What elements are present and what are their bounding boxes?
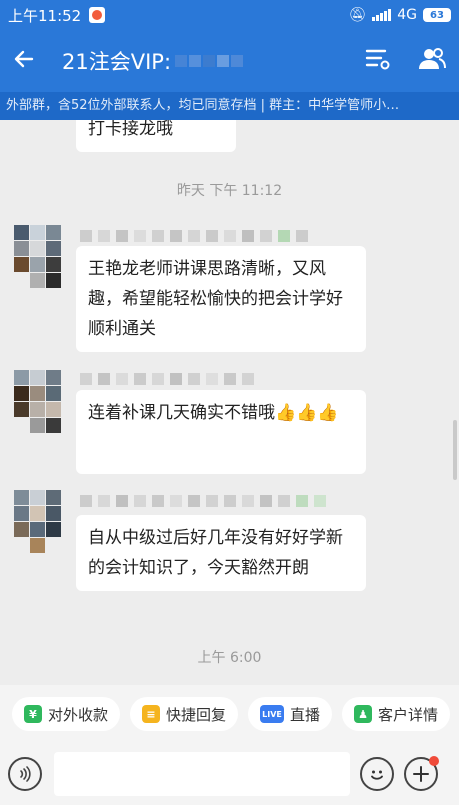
network-type: 4G (397, 7, 417, 23)
quick-reply-button[interactable]: ≡ 快捷回复 (130, 697, 239, 731)
message-text: 连着补课几天确实不错哦👍👍👍 (88, 403, 339, 423)
avatar[interactable] (14, 490, 61, 572)
message-bubble[interactable]: 自从中级过后好几年没有好好学新的会计知识了，今天豁然开朗 (76, 515, 366, 591)
voice-icon[interactable] (8, 757, 42, 791)
chip-label: 客户详情 (378, 705, 439, 724)
status-bar: 上午11:52 🔕︎ 4G 63 (0, 0, 459, 30)
signal-icon (372, 9, 392, 21)
live-icon: LIVE (260, 705, 285, 723)
message-bubble[interactable]: 王艳龙老师讲课思路清晰，又风趣，希望能轻松愉快的把会计学好顺利通关 (76, 246, 366, 352)
battery-icon: 63 (423, 8, 451, 22)
arrow-left-icon[interactable] (12, 47, 52, 76)
message-text: 自从中级过后好几年没有好好学新的会计知识了，今天豁然开朗 (88, 528, 343, 578)
timestamp: 昨天 下午 11:12 (176, 183, 283, 199)
message-bubble[interactable]: 打卡接龙哦 (76, 120, 236, 152)
live-button[interactable]: LIVE 直播 (248, 697, 333, 731)
message-input-bar (0, 743, 459, 805)
list-settings-icon[interactable] (365, 47, 391, 75)
group-info-bar[interactable]: 外部群，含52位外部联系人，均已同意存档 | 群主：中华学管师小… (0, 92, 459, 120)
sender-name-blurred (80, 373, 254, 385)
yuan-icon: ¥ (24, 705, 42, 723)
emoji-icon[interactable] (360, 757, 394, 791)
group-members-icon[interactable] (417, 47, 447, 75)
chat-header: 21注会VIP: (0, 30, 459, 92)
app-notification-icon (89, 7, 106, 23)
message-bubble[interactable]: 连着补课几天确实不错哦👍👍👍 (76, 390, 366, 474)
sender-name-blurred (80, 495, 326, 507)
message-text: 王艳龙老师讲课思路清晰，又风趣，希望能轻松愉快的把会计学好顺利通关 (88, 259, 343, 339)
sender-name-blurred (80, 230, 308, 242)
notification-dot (429, 756, 439, 766)
chip-label: 快捷回复 (166, 705, 227, 724)
chat-title: 21注会VIP: (62, 46, 244, 76)
chip-label: 对外收款 (48, 705, 109, 724)
status-time: 上午11:52 (8, 6, 82, 25)
collect-payment-button[interactable]: ¥ 对外收款 (12, 697, 121, 731)
customer-icon: ♟ (354, 705, 373, 723)
chat-messages-area[interactable]: 打卡接龙哦 昨天 下午 11:12 王艳龙老师讲课思路清晰，又风趣，希望能轻松愉… (0, 120, 459, 685)
chat-scrollbar[interactable] (453, 420, 457, 480)
timestamp: 上午 6:00 (197, 650, 262, 666)
message-input[interactable] (54, 752, 350, 796)
message-text: 打卡接龙哦 (88, 120, 173, 139)
customer-details-button[interactable]: ♟ 客户详情 (342, 697, 451, 731)
quick-actions-bar: ¥ 对外收款 ≡ 快捷回复 LIVE 直播 ♟ 客户详情 (0, 685, 459, 743)
avatar[interactable] (14, 225, 61, 307)
mute-icon: 🔕︎ (348, 7, 367, 23)
chip-label: 直播 (290, 705, 321, 724)
blurred-title-text (175, 55, 244, 67)
plus-icon[interactable] (404, 756, 439, 791)
quick-reply-icon: ≡ (142, 705, 161, 723)
avatar[interactable] (14, 370, 61, 452)
